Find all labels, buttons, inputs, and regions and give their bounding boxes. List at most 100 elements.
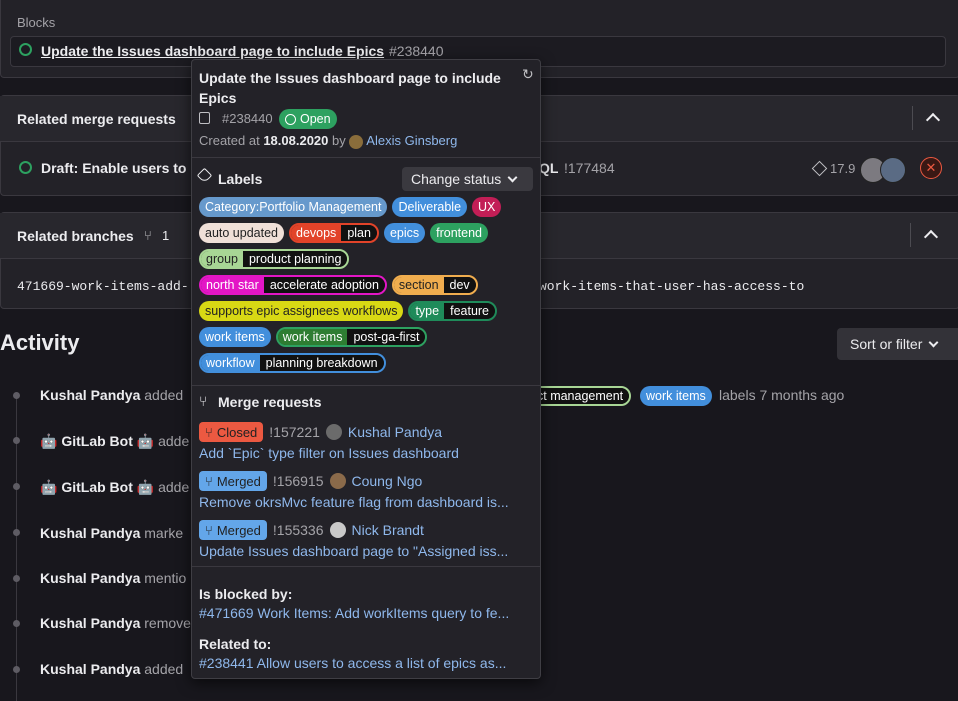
activity-item: Kushal Pandya mentio xyxy=(40,570,187,586)
robot-icon: 🤖 xyxy=(40,479,58,495)
chevron-up-icon xyxy=(925,112,941,128)
activity-tail: labels 7 months ago xyxy=(719,387,845,403)
labels-heading: Labels xyxy=(218,171,263,187)
scoped-label[interactable]: north star accelerate adoption xyxy=(199,275,387,295)
scoped-label[interactable]: group product planning xyxy=(199,249,350,269)
timeline-dot xyxy=(13,529,20,536)
avatar[interactable] xyxy=(349,134,364,149)
change-status-button[interactable]: Change status xyxy=(402,167,533,191)
mr-title[interactable]: Remove okrsMvc feature flag from dashboa… xyxy=(199,494,534,510)
activity-item: 🤖 GitLab Bot 🤖 adde xyxy=(40,433,190,449)
merged-mr-icon: ⑂ xyxy=(205,522,213,538)
activity-label[interactable]: ct management xyxy=(527,386,632,406)
robot-icon: 🤖 xyxy=(136,479,155,495)
label[interactable]: epics xyxy=(383,223,426,243)
blocked-heading: Is blocked by: xyxy=(199,586,293,602)
author-link[interactable]: Alexis Ginsberg xyxy=(366,133,457,148)
related-mrs-heading: Related merge requests xyxy=(17,111,176,127)
timeline-dot xyxy=(13,620,20,627)
scoped-label[interactable]: type feature xyxy=(408,301,498,321)
activity-item: Kushal Pandya added xyxy=(40,661,184,677)
merge-request-icon: ⑂ xyxy=(199,393,208,409)
mr-title[interactable]: Add `Epic` type filter on Issues dashboa… xyxy=(199,445,534,461)
open-status-icon xyxy=(19,43,32,56)
blocks-heading: Blocks xyxy=(17,15,56,30)
mr-heading: Merge requests xyxy=(218,394,322,410)
open-status-icon xyxy=(285,113,296,125)
blocked-item-link[interactable]: #471669 Work Items: Add workItems query … xyxy=(199,605,509,621)
mr-item-title-left[interactable]: Draft: Enable users to xyxy=(41,160,186,176)
mr-list-item[interactable]: ⑂ Merged !156915 Coung Ngo Remove okrsMvc… xyxy=(199,471,534,510)
activity-item: 🤖 GitLab Bot 🤖 adde xyxy=(40,479,190,495)
mr-list-item[interactable]: ⑂ Merged !155336 Nick Brandt Update Issue… xyxy=(199,520,534,559)
mr-status-badge: ⑂ Merged xyxy=(199,520,267,540)
mr-status-badge: ⑂ Merged xyxy=(199,471,267,491)
activity-author[interactable]: Kushal Pandya xyxy=(40,387,140,403)
popover-ref: #238440 xyxy=(222,111,273,126)
status-badge: Open xyxy=(279,109,337,129)
related-item-link[interactable]: #238441 Allow users to access a list of … xyxy=(199,655,506,671)
timeline-dot xyxy=(13,392,20,399)
blocks-item-ref: #238440 xyxy=(389,43,444,59)
mr-item-title-right[interactable]: QL xyxy=(539,160,558,176)
activity-heading: Activity xyxy=(0,330,80,355)
chevron-down-icon xyxy=(928,337,939,348)
activity-label[interactable]: work items xyxy=(640,386,712,406)
blocks-item-title[interactable]: Update the Issues dashboard page to incl… xyxy=(41,43,384,59)
timeline-dot xyxy=(13,483,20,490)
activity-author[interactable]: GitLab Bot xyxy=(61,479,133,495)
pipeline-failed-icon[interactable]: ✕ xyxy=(920,157,942,179)
divider xyxy=(192,566,540,567)
label[interactable]: auto updated xyxy=(199,223,284,243)
sort-filter-label: Sort or filter xyxy=(850,336,923,352)
branch-icon: ⑂ xyxy=(144,228,152,243)
mr-title[interactable]: Update Issues dashboard page to "Assigne… xyxy=(199,543,534,559)
created-line: Created at 18.08.2020 by Alexis Ginsberg xyxy=(199,133,458,149)
mr-list-item[interactable]: ⑂ Closed !157221 Kushal Pandya Add `Epic`… xyxy=(199,422,534,461)
mr-open-icon xyxy=(19,161,32,174)
activity-item: Kushal Pandya added xyxy=(40,387,184,403)
branch-name-right[interactable]: work-items-that-user-has-access-to xyxy=(539,279,804,294)
activity-author[interactable]: Kushal Pandya xyxy=(40,525,140,541)
collapse-branches-button[interactable] xyxy=(911,220,951,250)
merged-mr-icon: ⑂ xyxy=(205,473,213,489)
issue-popover: Update the Issues dashboard page to incl… xyxy=(191,59,541,679)
issue-type-icon xyxy=(199,112,210,124)
collapse-mrs-button[interactable] xyxy=(913,103,953,133)
mr-status-badge: ⑂ Closed xyxy=(199,422,264,442)
scoped-label[interactable]: section dev xyxy=(391,275,478,295)
chevron-down-icon xyxy=(507,172,518,183)
label-icon xyxy=(196,167,213,184)
branches-count: 1 xyxy=(162,228,170,243)
avatar xyxy=(329,522,346,538)
sort-filter-button[interactable]: Sort or filter xyxy=(837,328,958,360)
branch-name-left[interactable]: 471669-work-items-add- xyxy=(17,279,189,294)
refresh-icon[interactable]: ↻ xyxy=(522,66,534,83)
scoped-label[interactable]: work items post-ga-first xyxy=(275,327,428,347)
avatar xyxy=(329,473,346,489)
avatar xyxy=(325,424,342,440)
reviewer-avatar[interactable] xyxy=(880,157,906,183)
divider xyxy=(192,157,540,158)
popover-title[interactable]: Update the Issues dashboard page to incl… xyxy=(199,68,509,108)
scoped-label[interactable]: workflow planning breakdown xyxy=(199,353,386,373)
activity-item: Kushal Pandya marke xyxy=(40,525,184,541)
activity-author[interactable]: GitLab Bot xyxy=(61,433,133,449)
robot-icon: 🤖 xyxy=(136,433,155,449)
activity-author[interactable]: Kushal Pandya xyxy=(40,570,140,586)
label[interactable]: Category:Portfolio Management xyxy=(199,197,388,217)
label[interactable]: frontend xyxy=(430,223,489,243)
related-heading: Related to: xyxy=(199,636,272,652)
mr-item-ref: !177484 xyxy=(564,160,615,176)
label[interactable]: UX xyxy=(472,197,502,217)
label[interactable]: supports epic assignees workflows xyxy=(199,301,404,321)
activity-item: Kushal Pandya remove xyxy=(40,615,191,631)
activity-author[interactable]: Kushal Pandya xyxy=(40,661,140,677)
activity-author[interactable]: Kushal Pandya xyxy=(40,615,140,631)
scoped-label[interactable]: devops plan xyxy=(289,223,379,243)
label[interactable]: work items xyxy=(199,327,271,347)
label[interactable]: Deliverable xyxy=(392,197,468,217)
related-branches-heading: Related branches xyxy=(17,228,134,244)
chevron-up-icon xyxy=(923,229,939,245)
timeline-dot xyxy=(13,575,20,582)
